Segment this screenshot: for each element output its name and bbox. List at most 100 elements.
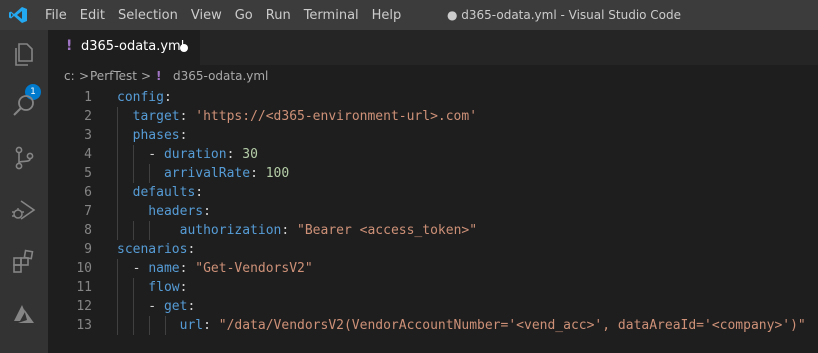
code-line[interactable]: 4 - duration: 30 <box>48 145 818 164</box>
code-token: phases <box>117 128 180 143</box>
code-token: : <box>187 242 196 257</box>
code-line[interactable]: 2 target: 'https://<d365-environment-url… <box>48 107 818 126</box>
line-number: 2 <box>84 109 92 124</box>
code-token: get <box>163 299 188 314</box>
tab-bar: ! d365-odata.yml <box>48 30 818 65</box>
source-control-icon[interactable] <box>10 144 38 172</box>
code-token: : <box>281 223 298 238</box>
unsaved-dot-icon[interactable] <box>180 44 188 52</box>
code-token: config <box>117 90 164 105</box>
title-bar: File Edit Selection View Go Run Terminal… <box>0 0 818 30</box>
chevron-right-icon: > <box>141 69 152 83</box>
code-token: : <box>203 318 219 333</box>
code-token: authorization <box>117 223 282 238</box>
window-title: ● d365-odata.yml - Visual Studio Code <box>447 8 682 22</box>
code-token: : <box>195 185 204 200</box>
line-number: 4 <box>84 147 92 162</box>
code-line[interactable]: 8 authorization: "Bearer <access_token>" <box>48 221 818 240</box>
code-token: - <box>117 261 149 276</box>
line-code: defaults: <box>117 183 203 202</box>
line-number: 6 <box>84 185 92 200</box>
line-code: target: 'https://<d365-environment-url>.… <box>117 107 477 126</box>
code-line[interactable]: 12 - get: <box>48 297 818 316</box>
code-line[interactable]: 13 url: "/data/VendorsV2(VendorAccountNu… <box>48 316 818 335</box>
line-code: url: "/data/VendorsV2(VendorAccountNumbe… <box>117 316 806 335</box>
code-token: headers <box>117 204 204 219</box>
yaml-file-icon: ! <box>156 69 162 83</box>
activity-bar: 1 <box>0 30 48 353</box>
line-number: 12 <box>76 299 92 314</box>
breadcrumb: c: > PerfTest > ! d365-odata.yml <box>48 65 818 87</box>
explorer-icon[interactable] <box>10 40 38 68</box>
line-number: 9 <box>84 242 92 257</box>
breadcrumb-drive[interactable]: c: <box>64 69 75 83</box>
code-token: : <box>203 204 211 219</box>
run-debug-icon[interactable] <box>10 196 38 224</box>
breadcrumb-folder[interactable]: PerfTest <box>90 69 137 83</box>
menu-file[interactable]: File <box>45 8 67 23</box>
code-token: : <box>179 280 188 295</box>
code-token: : <box>179 128 188 143</box>
code-token: arrivalRate <box>117 166 251 181</box>
line-number: 3 <box>84 128 92 143</box>
code-token: "Bearer <access_token>" <box>297 223 478 238</box>
line-code: flow: <box>117 278 187 297</box>
menu-terminal[interactable]: Terminal <box>304 8 359 23</box>
chevron-right-icon: > <box>79 69 90 83</box>
code-token: : <box>163 90 172 105</box>
menu-edit[interactable]: Edit <box>80 8 105 23</box>
line-number: 11 <box>76 280 92 295</box>
code-token: : <box>179 109 196 124</box>
tab-d365-odata[interactable]: ! d365-odata.yml <box>48 30 200 65</box>
vscode-logo-icon[interactable] <box>9 7 27 23</box>
code-line[interactable]: 10 - name: "Get-VendorsV2" <box>48 259 818 278</box>
code-token: - <box>117 147 164 162</box>
code-line[interactable]: 7 headers: <box>48 202 818 221</box>
line-code: scenarios: <box>117 240 195 259</box>
menu-bar: File Edit Selection View Go Run Terminal… <box>45 0 414 30</box>
code-token: : <box>187 299 196 314</box>
line-code: config: <box>117 88 172 107</box>
line-code: - duration: 30 <box>117 145 258 164</box>
extensions-icon[interactable] <box>10 248 38 276</box>
menu-go[interactable]: Go <box>235 8 253 23</box>
code-token: flow <box>117 280 180 295</box>
line-number: 7 <box>84 204 92 219</box>
menu-selection[interactable]: Selection <box>118 8 178 23</box>
code-line[interactable]: 3 phases: <box>48 126 818 145</box>
line-code: - get: <box>117 297 195 316</box>
code-token: "Get-VendorsV2" <box>195 261 313 276</box>
code-token: 100 <box>265 166 290 181</box>
tab-label: d365-odata.yml <box>81 39 185 54</box>
code-line[interactable]: 6 defaults: <box>48 183 818 202</box>
code-line[interactable]: 5 arrivalRate: 100 <box>48 164 818 183</box>
line-code: authorization: "Bearer <access_token>" <box>117 221 477 240</box>
line-number: 8 <box>84 223 92 238</box>
line-code: arrivalRate: 100 <box>117 164 289 183</box>
line-code: - name: "Get-VendorsV2" <box>117 259 313 278</box>
code-line[interactable]: 1 config: <box>48 88 818 107</box>
menu-view[interactable]: View <box>191 8 222 23</box>
line-number: 5 <box>84 166 92 181</box>
code-line[interactable]: 11 flow: <box>48 278 818 297</box>
menu-help[interactable]: Help <box>372 8 402 23</box>
code-token: 'https://<d365-environment-url>.com' <box>195 109 478 124</box>
code-token: defaults <box>117 185 196 200</box>
search-icon[interactable] <box>10 92 38 120</box>
code-token: url <box>117 318 204 333</box>
code-token: - <box>117 299 164 314</box>
line-number: 1 <box>84 90 92 105</box>
code-token: : <box>250 166 266 181</box>
azure-icon[interactable] <box>10 300 38 328</box>
breadcrumb-file[interactable]: d365-odata.yml <box>173 69 268 83</box>
code-editor[interactable]: 1 config: 2 target: 'https://<d365-environ… <box>48 87 818 353</box>
line-number: 13 <box>76 318 92 333</box>
code-token: : <box>226 147 243 162</box>
code-token: : <box>179 261 196 276</box>
menu-run[interactable]: Run <box>266 8 291 23</box>
line-number: 10 <box>76 261 92 276</box>
code-token: scenarios <box>117 242 188 257</box>
code-token: name <box>148 261 180 276</box>
code-line[interactable]: 9 scenarios: <box>48 240 818 259</box>
yaml-file-icon: ! <box>66 38 73 54</box>
